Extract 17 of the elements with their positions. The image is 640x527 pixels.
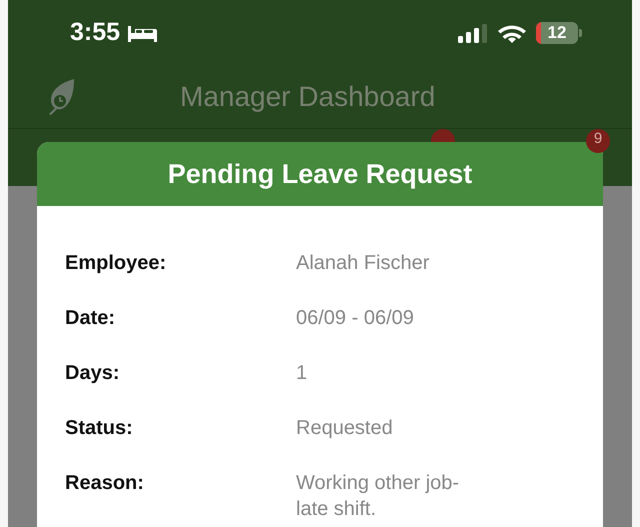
dialog-title: Pending Leave Request xyxy=(168,158,472,190)
field-label: Reason: xyxy=(65,471,145,496)
field-value: Alanah Fischer xyxy=(296,251,430,276)
notification-badge: 9 xyxy=(586,129,610,153)
signal-icon xyxy=(458,22,488,42)
field-value: Requested xyxy=(296,416,394,441)
field-label: Date: xyxy=(65,306,116,331)
field-value: 1 xyxy=(296,361,308,386)
field-label: Days: xyxy=(65,361,120,386)
nav-title: Manager Dashboard xyxy=(180,80,436,112)
field-label: Status: xyxy=(65,416,134,441)
field-label: Employee: xyxy=(65,251,168,276)
field-value: 06/09 - 06/09 xyxy=(296,306,415,331)
status-time: 3:55 xyxy=(70,18,120,47)
field-value: Working other job- late shift. xyxy=(296,471,460,522)
bed-icon xyxy=(127,24,158,42)
wifi-icon xyxy=(498,22,526,42)
